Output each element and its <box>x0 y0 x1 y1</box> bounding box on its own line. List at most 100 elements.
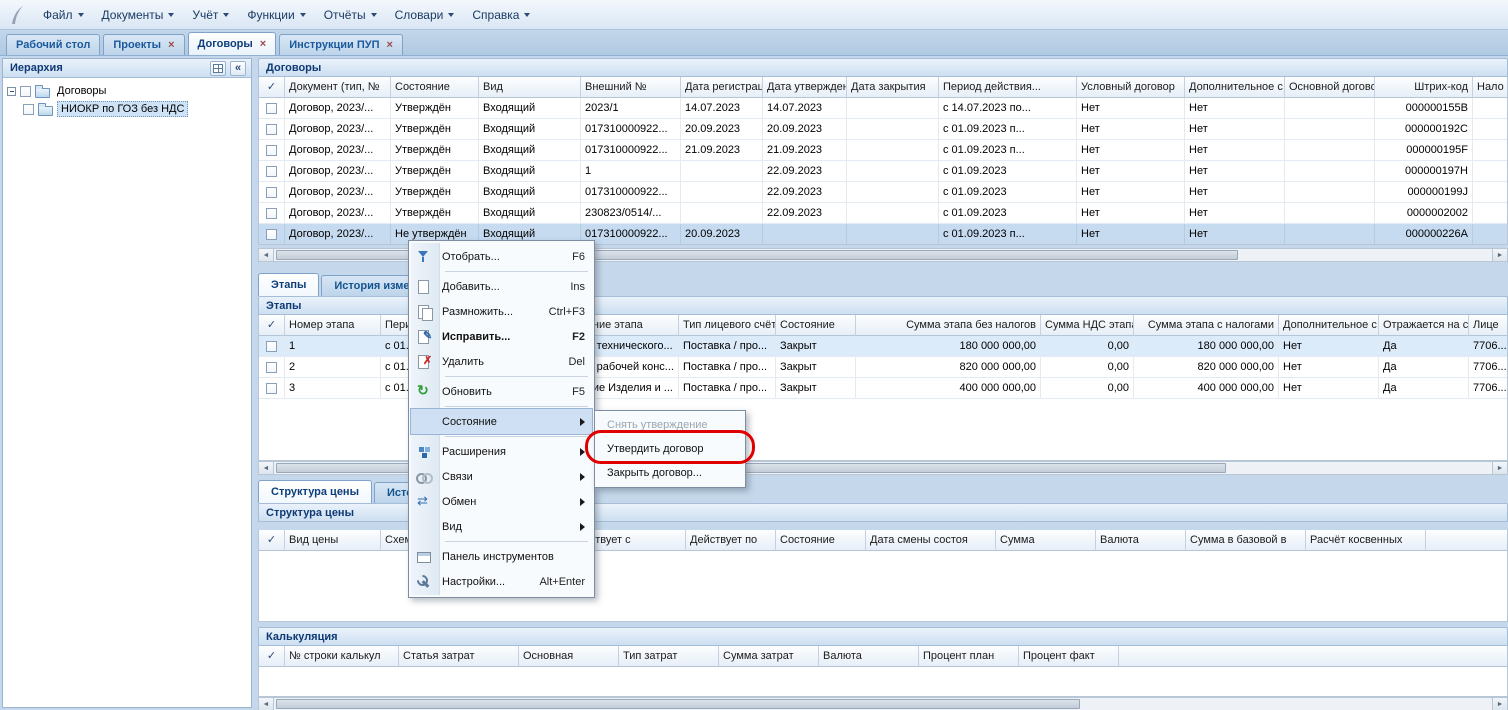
menu-item-settings[interactable]: Настройки...Alt+Enter <box>411 569 592 594</box>
tree-expander-icon[interactable] <box>7 87 16 96</box>
column-header[interactable]: Состояние <box>776 315 856 336</box>
menu-item-delete[interactable]: УдалитьDel <box>411 349 592 374</box>
column-header[interactable]: Статья затрат <box>399 646 519 667</box>
column-header[interactable]: Период действия... <box>939 77 1077 98</box>
main-tab[interactable]: Инструкции ПУП <box>279 34 403 55</box>
column-header[interactable]: Сумма затрат <box>719 646 819 667</box>
submenu-item-approve-contract[interactable]: Утвердить договор <box>597 437 743 461</box>
menubar-item[interactable]: Словари <box>386 4 464 26</box>
menubar-item[interactable]: Файл <box>34 4 93 26</box>
main-tab[interactable]: Проекты <box>103 34 184 55</box>
column-header[interactable]: Дополнительное с <box>1185 77 1285 98</box>
column-header[interactable]: Вид <box>479 77 581 98</box>
select-all-column-header[interactable]: ✓ <box>259 530 285 551</box>
row-checkbox[interactable] <box>266 208 277 219</box>
subtab[interactable]: Этапы <box>258 273 319 296</box>
column-header[interactable]: Сумма <box>996 530 1096 551</box>
table-row[interactable]: Договор, 2023/...УтверждёнВходящий230823… <box>259 203 1508 224</box>
menu-item-links[interactable]: Связи <box>411 464 592 489</box>
column-header[interactable]: Вид цены <box>285 530 381 551</box>
column-header[interactable]: Действует по <box>686 530 776 551</box>
main-tab[interactable]: Договоры <box>188 32 277 55</box>
column-header[interactable]: Сумма этапа с налогами <box>1134 315 1279 336</box>
tab-close-icon[interactable] <box>168 40 174 51</box>
column-header[interactable]: Валюта <box>1096 530 1186 551</box>
scrollbar-thumb[interactable] <box>276 699 1080 709</box>
row-checkbox[interactable] <box>266 166 277 177</box>
hierarchy-table-view-button[interactable] <box>210 61 226 76</box>
column-header[interactable]: Условный договор <box>1077 77 1185 98</box>
column-header[interactable]: Дополнительное с <box>1279 315 1379 336</box>
main-tab[interactable]: Рабочий стол <box>6 34 100 55</box>
column-header[interactable]: Сумма этапа без налогов <box>856 315 1041 336</box>
tree-item[interactable]: НИОКР по ГОЗ без НДС <box>3 100 251 118</box>
calc-hscrollbar[interactable] <box>258 697 1508 710</box>
menu-item-refresh[interactable]: ОбновитьF5 <box>411 379 592 404</box>
table-row[interactable]: Договор, 2023/...УтверждёнВходящий017310… <box>259 140 1508 161</box>
table-row[interactable]: Договор, 2023/...УтверждёнВходящий122.09… <box>259 161 1508 182</box>
table-row[interactable]: Договор, 2023/...УтверждёнВходящий2023/1… <box>259 98 1508 119</box>
column-header[interactable]: Номер этапа <box>285 315 381 336</box>
column-header[interactable]: Дата закрытия <box>847 77 939 98</box>
column-header[interactable]: Сумма НДС этапа <box>1041 315 1134 336</box>
row-checkbox[interactable] <box>266 145 277 156</box>
row-checkbox[interactable] <box>266 341 277 352</box>
menubar-item[interactable]: Функции <box>238 4 314 26</box>
column-header[interactable]: Документ (тип, № <box>285 77 391 98</box>
menu-item-duplicate[interactable]: Размножить...Ctrl+F3 <box>411 299 592 324</box>
menu-item-filter[interactable]: Отобрать...F6 <box>411 244 592 269</box>
menu-item-toolbar[interactable]: Панель инструментов <box>411 544 592 569</box>
column-header[interactable]: Основная <box>519 646 619 667</box>
column-header[interactable]: Сумма в базовой в <box>1186 530 1306 551</box>
scroll-left-button[interactable] <box>259 462 274 474</box>
select-all-column-header[interactable]: ✓ <box>259 646 285 667</box>
submenu-item-unapprove[interactable]: Снять утверждение <box>597 413 743 437</box>
tree-item[interactable]: Договоры <box>3 82 251 100</box>
row-checkbox[interactable] <box>266 229 277 240</box>
table-row[interactable]: Договор, 2023/...УтверждёнВходящий017310… <box>259 119 1508 140</box>
scroll-right-button[interactable] <box>1492 249 1507 261</box>
scroll-left-button[interactable] <box>259 698 274 710</box>
column-header[interactable]: Расчёт косвенных <box>1306 530 1426 551</box>
menubar-item[interactable]: Документы <box>93 4 184 26</box>
menu-item-edit[interactable]: Исправить...F2 <box>411 324 592 349</box>
column-header[interactable]: Нало <box>1473 77 1508 98</box>
column-header[interactable]: Дата регистрации <box>681 77 763 98</box>
menubar-item[interactable]: Справка <box>463 4 539 26</box>
row-checkbox[interactable] <box>266 362 277 373</box>
tab-close-icon[interactable] <box>260 39 266 50</box>
column-header[interactable] <box>1119 646 1508 667</box>
select-all-column-header[interactable]: ✓ <box>259 315 285 336</box>
row-checkbox[interactable] <box>266 187 277 198</box>
column-header[interactable]: Тип затрат <box>619 646 719 667</box>
row-checkbox[interactable] <box>266 383 277 394</box>
menu-item-state[interactable]: Состояние <box>411 409 592 434</box>
hierarchy-collapse-button[interactable] <box>230 61 246 76</box>
column-header[interactable]: Процент факт <box>1019 646 1119 667</box>
menu-item-exchange[interactable]: Обмен <box>411 489 592 514</box>
column-header[interactable]: Тип лицевого счёт <box>679 315 776 336</box>
tab-close-icon[interactable] <box>387 40 393 51</box>
column-header[interactable]: Состояние <box>776 530 866 551</box>
column-header[interactable]: Валюта <box>819 646 919 667</box>
menu-item-add[interactable]: Добавить...Ins <box>411 274 592 299</box>
menubar-item[interactable]: Учёт <box>183 4 238 26</box>
menu-item-view[interactable]: Вид <box>411 514 592 539</box>
column-header[interactable]: Дата утверждения <box>763 77 847 98</box>
row-checkbox[interactable] <box>266 124 277 135</box>
scroll-right-button[interactable] <box>1492 462 1507 474</box>
tree-checkbox[interactable] <box>23 104 34 115</box>
tree-checkbox[interactable] <box>20 86 31 97</box>
column-header[interactable]: Лице <box>1469 315 1508 336</box>
column-header[interactable]: Основной договор <box>1285 77 1375 98</box>
column-header[interactable]: Внешний № <box>581 77 681 98</box>
menubar-item[interactable]: Отчёты <box>315 4 386 26</box>
column-header[interactable]: Отражается на су <box>1379 315 1469 336</box>
column-header[interactable]: № строки калькул <box>285 646 399 667</box>
select-all-column-header[interactable]: ✓ <box>259 77 285 98</box>
column-header[interactable]: Процент план <box>919 646 1019 667</box>
column-header[interactable]: Дата смены состоя <box>866 530 996 551</box>
column-header[interactable]: Штрих-код <box>1375 77 1473 98</box>
submenu-item-close-contract[interactable]: Закрыть договор... <box>597 461 743 485</box>
subtab[interactable]: Структура цены <box>258 480 372 503</box>
